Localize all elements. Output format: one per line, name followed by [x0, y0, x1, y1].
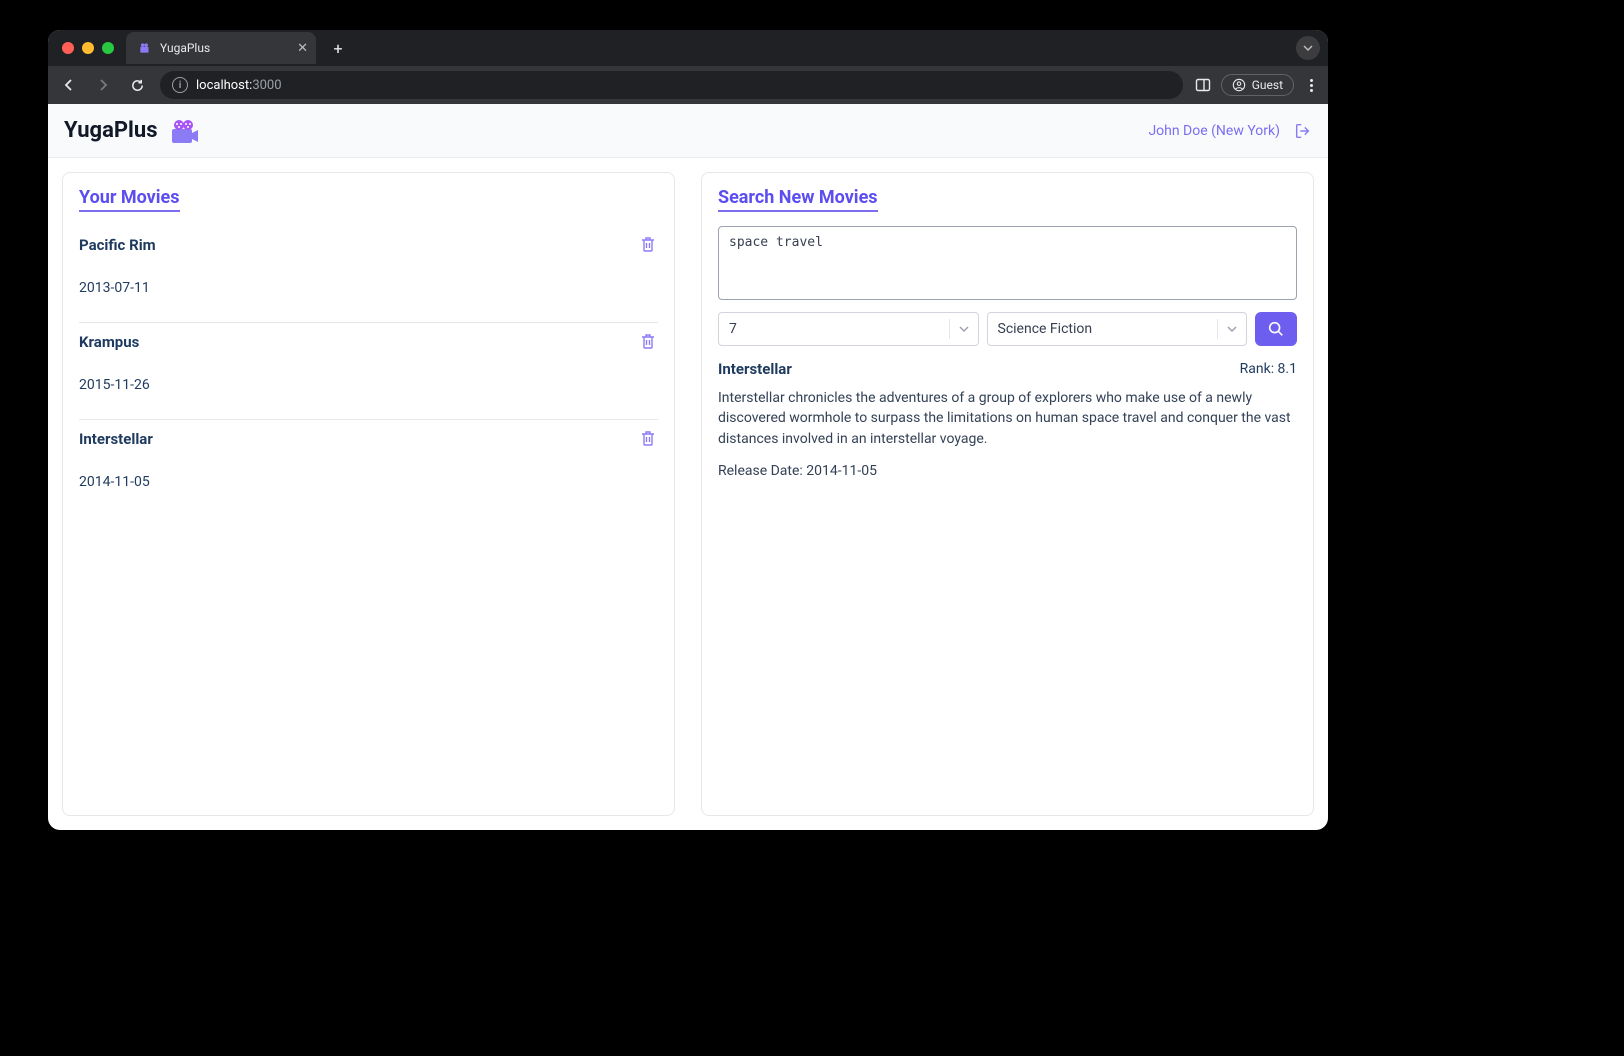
browser-menu-button[interactable] [1304, 79, 1318, 92]
tabs-dropdown-button[interactable] [1296, 36, 1320, 60]
trash-icon [638, 234, 658, 254]
search-input[interactable] [718, 226, 1297, 300]
rank-select[interactable]: 7 [718, 312, 979, 346]
search-panel-title: Search New Movies [718, 187, 878, 212]
trash-icon [638, 428, 658, 448]
forward-button[interactable] [92, 74, 114, 96]
profile-label: Guest [1252, 78, 1283, 92]
profile-button[interactable]: Guest [1221, 74, 1294, 96]
minimize-window-button[interactable] [82, 42, 94, 54]
search-button[interactable] [1255, 312, 1297, 346]
your-movies-title: Your Movies [79, 187, 180, 212]
side-panel-icon[interactable] [1195, 77, 1211, 93]
search-controls: 7 Science Fiction [718, 312, 1297, 346]
address-bar[interactable]: i localhost:3000 [160, 71, 1183, 99]
movie-title: Krampus [79, 333, 658, 351]
result-header: Interstellar Rank: 8.1 [718, 360, 1297, 378]
browser-toolbar: i localhost:3000 Guest [48, 66, 1328, 104]
genre-select-value: Science Fiction [998, 321, 1093, 337]
trash-icon [638, 331, 658, 351]
delete-movie-button[interactable] [638, 428, 658, 448]
window-controls [62, 42, 114, 54]
search-icon [1267, 320, 1285, 338]
result-release-date: Release Date: 2014-11-05 [718, 463, 1297, 479]
back-button[interactable] [58, 74, 80, 96]
user-link[interactable]: John Doe (New York) [1148, 123, 1280, 139]
delete-movie-button[interactable] [638, 331, 658, 351]
camera-icon [168, 115, 200, 147]
brand-label: YugaPlus [64, 118, 158, 143]
browser-tab[interactable]: YugaPlus ✕ [126, 32, 316, 64]
tab-favicon-icon [138, 41, 152, 55]
browser-window: YugaPlus ✕ + i localhost:3000 [48, 30, 1328, 830]
movie-title: Pacific Rim [79, 236, 658, 254]
url-port: 3000 [252, 78, 281, 93]
movie-date: 2013-07-11 [79, 280, 658, 296]
movie-title: Interstellar [79, 430, 658, 448]
result-title: Interstellar [718, 360, 792, 378]
genre-select[interactable]: Science Fiction [987, 312, 1248, 346]
movie-item: Interstellar 2014-11-05 [79, 420, 658, 516]
tab-title: YugaPlus [160, 41, 210, 55]
delete-movie-button[interactable] [638, 234, 658, 254]
site-info-icon[interactable]: i [172, 77, 188, 93]
close-window-button[interactable] [62, 42, 74, 54]
movie-item: Krampus 2015-11-26 [79, 323, 658, 420]
app-body: Your Movies Pacific Rim 2013-07-11 Kramp… [48, 158, 1328, 830]
url-host: localhost: [196, 78, 252, 93]
app-header: YugaPlus John Doe (New York) [48, 104, 1328, 158]
result-description: Interstellar chronicles the adventures o… [718, 388, 1297, 449]
chevron-down-icon [958, 323, 970, 335]
maximize-window-button[interactable] [102, 42, 114, 54]
app-brand: YugaPlus [64, 115, 200, 147]
movie-item: Pacific Rim 2013-07-11 [79, 226, 658, 323]
reload-button[interactable] [126, 74, 148, 96]
rank-select-value: 7 [729, 321, 737, 337]
new-tab-button[interactable]: + [324, 34, 352, 62]
result-rank: Rank: 8.1 [1240, 361, 1297, 377]
logout-icon[interactable] [1294, 122, 1312, 140]
movie-date: 2014-11-05 [79, 474, 658, 490]
tab-close-button[interactable]: ✕ [297, 41, 308, 56]
chevron-down-icon [1226, 323, 1238, 335]
your-movies-panel: Your Movies Pacific Rim 2013-07-11 Kramp… [62, 172, 675, 816]
movie-date: 2015-11-26 [79, 377, 658, 393]
user-icon [1232, 78, 1246, 92]
titlebar: YugaPlus ✕ + [48, 30, 1328, 66]
search-panel: Search New Movies 7 Science Fiction [701, 172, 1314, 816]
